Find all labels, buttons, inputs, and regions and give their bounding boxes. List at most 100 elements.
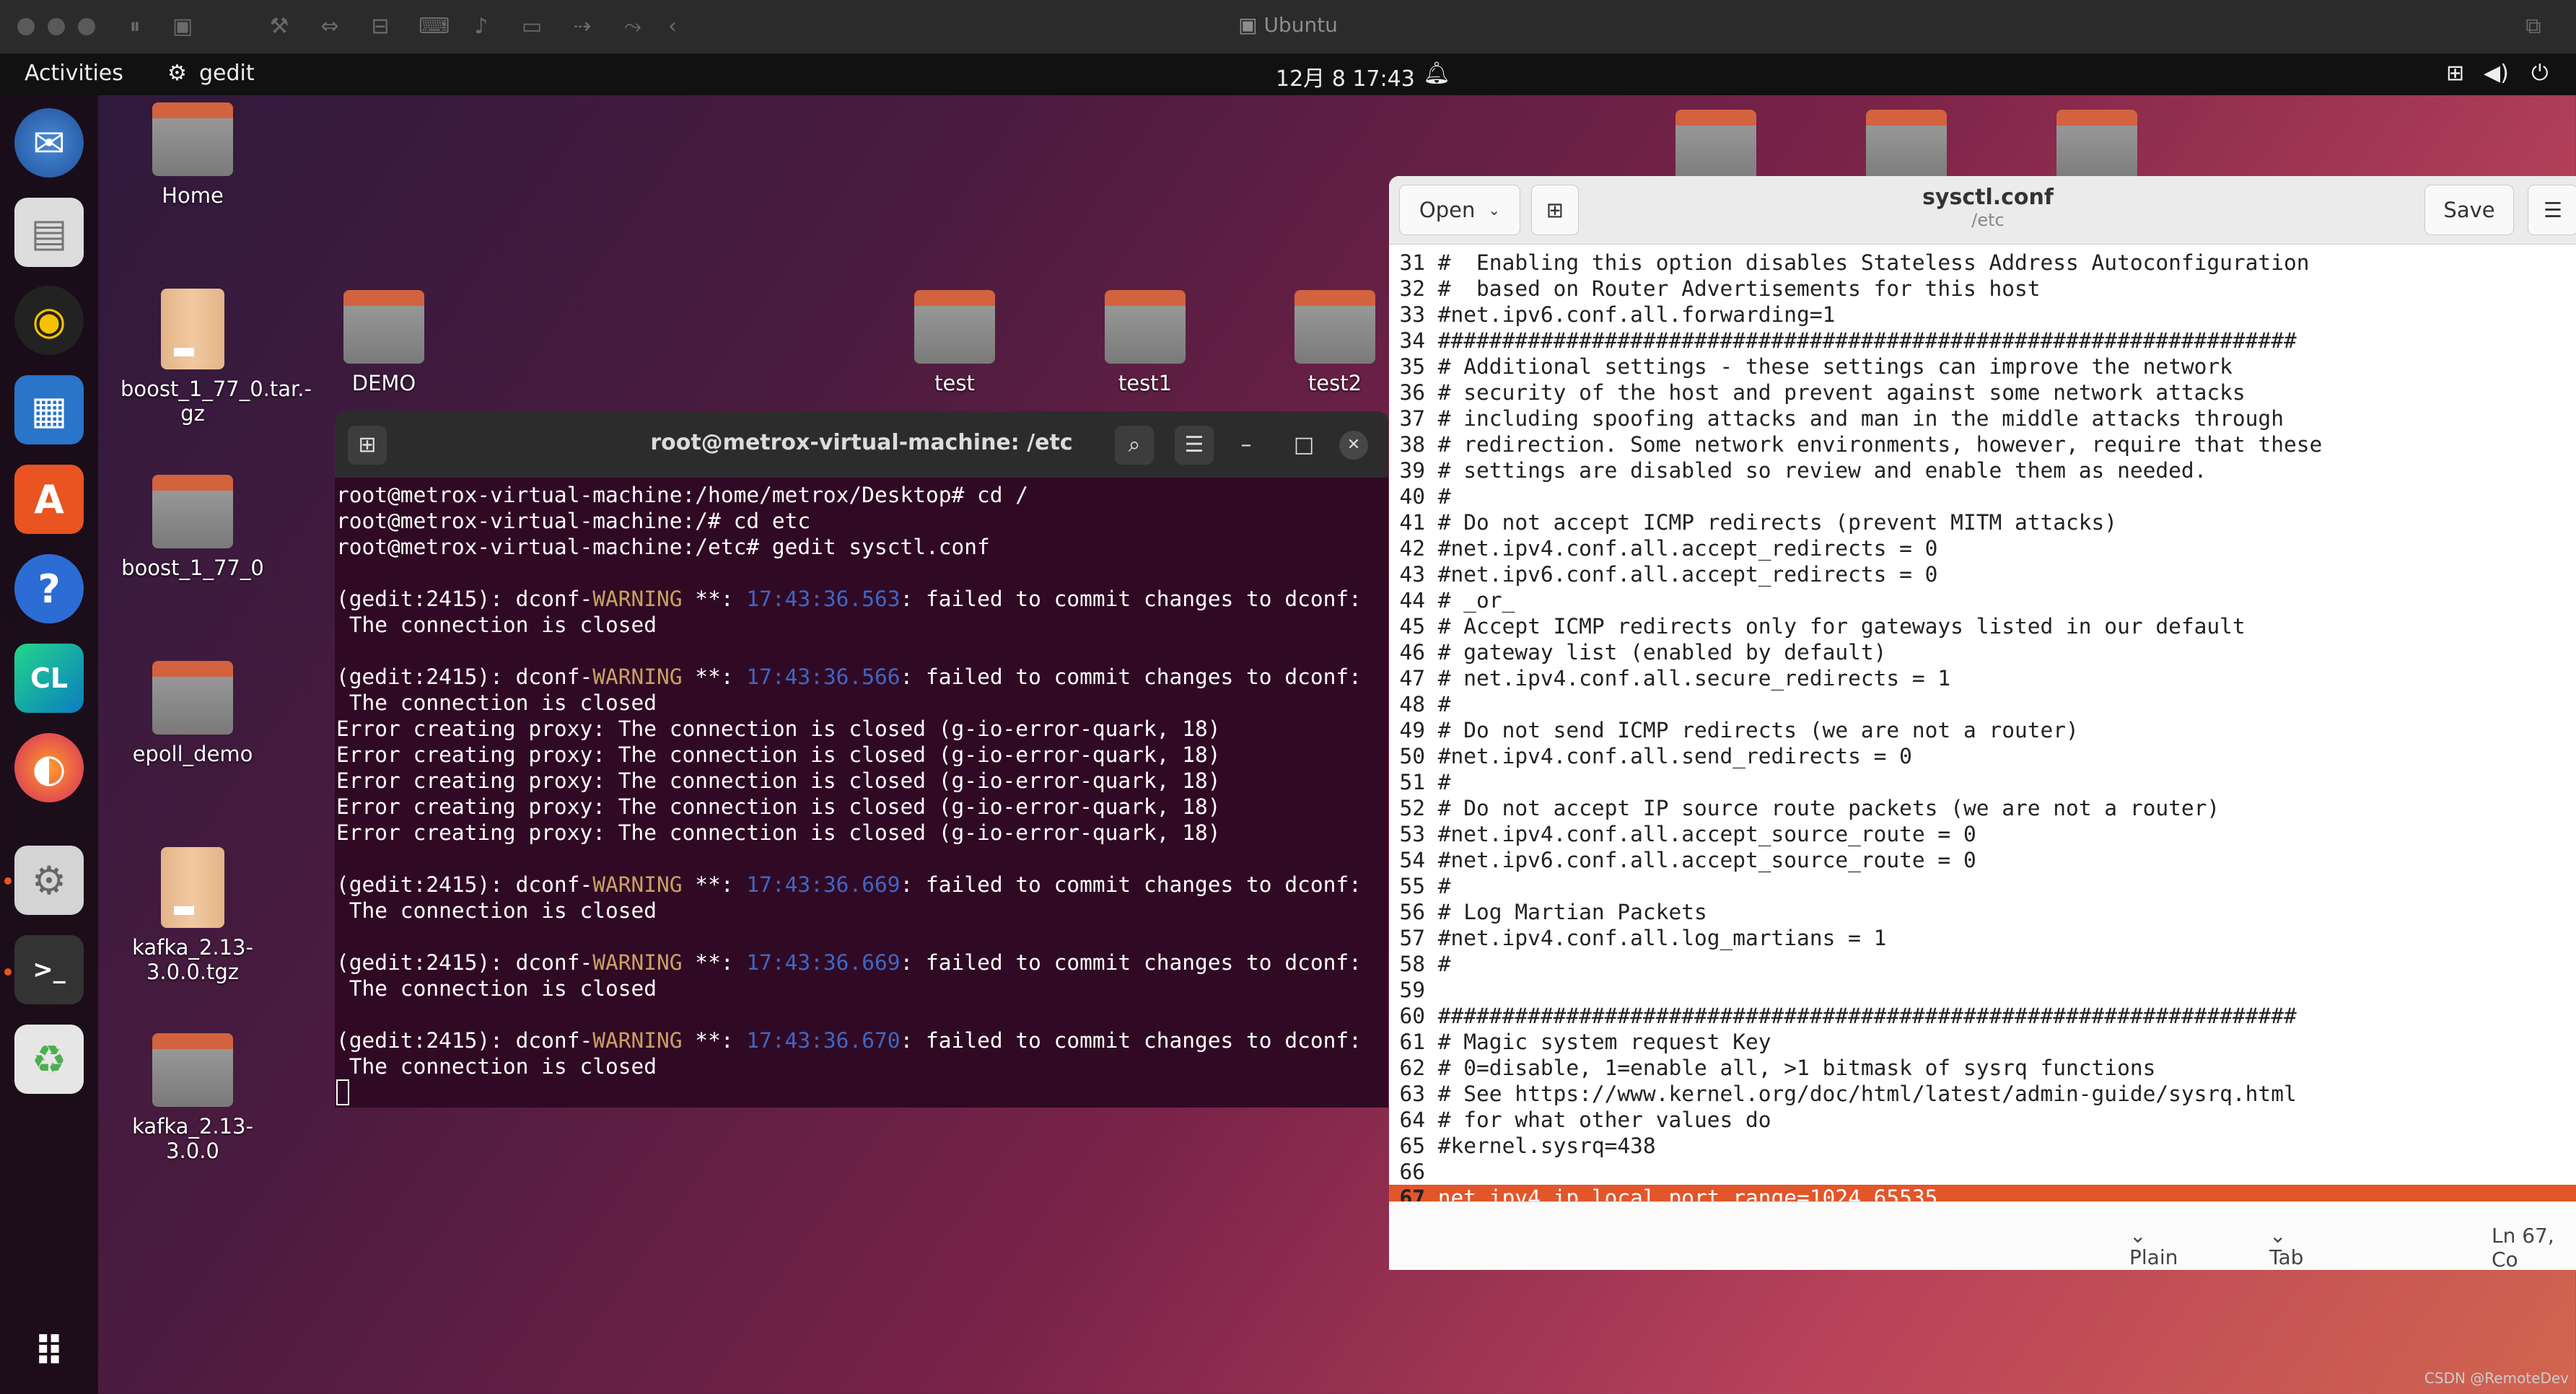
desktop-icon-kafka-tgz[interactable]: kafka_2.13-3.0.0.tgz: [121, 847, 265, 984]
code-line[interactable]: 31 # Enabling this option disables State…: [1389, 250, 2576, 276]
clock[interactable]: 12月 8 17:43: [1276, 61, 1415, 92]
line-text: #: [1425, 952, 1451, 976]
code-line[interactable]: 60 #####################################…: [1389, 1003, 2576, 1029]
power-icon[interactable]: ⏻: [2531, 61, 2549, 86]
terminal-output[interactable]: root@metrox-virtual-machine:/home/metrox…: [335, 478, 1388, 1105]
code-line[interactable]: 37 # including spoofing attacks and man …: [1389, 406, 2576, 431]
desktop-icon-boost[interactable]: boost_1_77_0: [121, 475, 265, 580]
line-number: 33: [1399, 302, 1425, 327]
folder-icon[interactable]: [1675, 110, 1756, 183]
firefox-icon[interactable]: ◐: [14, 733, 84, 802]
dock: ✉ ▤ ◉ ▦ A ? CL ◐ ⚙ >_ ♻ ⠿: [0, 95, 98, 1394]
line-number: 45: [1399, 614, 1425, 639]
code-line[interactable]: 61 # Magic system request Key: [1389, 1029, 2576, 1055]
trash-icon[interactable]: ♻: [14, 1025, 84, 1094]
code-line[interactable]: 56 # Log Martian Packets: [1389, 899, 2576, 925]
line-number: 32: [1399, 276, 1425, 301]
code-line[interactable]: 39 # settings are disabled so review and…: [1389, 457, 2576, 483]
terminal-window[interactable]: ⊞ root@metrox-virtual-machine: /etc ⌕ ☰ …: [335, 411, 1388, 1108]
save-button[interactable]: Save: [2424, 185, 2514, 235]
fullscreen-icon[interactable]: ⧉: [2521, 14, 2546, 39]
code-line[interactable]: 38 # redirection. Some network environme…: [1389, 431, 2576, 457]
line-number: 65: [1399, 1134, 1425, 1158]
code-line[interactable]: 59: [1389, 977, 2576, 1003]
terminal-line: Error creating proxy: The connection is …: [336, 742, 1221, 767]
code-line[interactable]: 64 # for what other values do: [1389, 1107, 2576, 1133]
line-number: 43: [1399, 562, 1425, 587]
code-line[interactable]: 50 #net.ipv4.conf.all.send_redirects = 0: [1389, 743, 2576, 769]
code-line[interactable]: 41 # Do not accept ICMP redirects (preve…: [1389, 509, 2576, 535]
code-line[interactable]: 65 #kernel.sysrq=438: [1389, 1133, 2576, 1159]
desktop-icon-boost-tar[interactable]: boost_1_77_0.tar.-gz: [121, 289, 312, 426]
code-line[interactable]: 57 #net.ipv4.conf.all.log_martians = 1: [1389, 925, 2576, 951]
language-selector[interactable]: Plain Text ⌄: [2129, 1224, 2178, 1270]
code-line[interactable]: 46 # gateway list (enabled by default): [1389, 639, 2576, 665]
code-line[interactable]: 66: [1389, 1159, 2576, 1185]
line-number: 50: [1399, 744, 1425, 768]
code-line[interactable]: 62 # 0=disable, 1=enable all, >1 bitmask…: [1389, 1055, 2576, 1081]
code-line[interactable]: 42 #net.ipv4.conf.all.accept_redirects =…: [1389, 535, 2576, 561]
code-line[interactable]: 45 # Accept ICMP redirects only for gate…: [1389, 613, 2576, 639]
rhythmbox-icon[interactable]: ◉: [14, 286, 84, 355]
folder-icon: [343, 290, 424, 364]
line-text: # including spoofing attacks and man in …: [1425, 406, 2284, 431]
thunderbird-icon[interactable]: ✉: [14, 108, 84, 177]
terminal-line: The connection is closed: [336, 1054, 657, 1079]
code-line[interactable]: 40 #: [1389, 483, 2576, 509]
gedit-icon[interactable]: ⚙: [14, 846, 84, 915]
desktop-icon-test1[interactable]: test1: [1073, 290, 1217, 395]
software-icon[interactable]: A: [14, 465, 84, 534]
code-line[interactable]: 53 #net.ipv4.conf.all.accept_source_rout…: [1389, 821, 2576, 847]
menu-button[interactable]: ☰: [1175, 426, 1214, 465]
code-line[interactable]: 44 # _or_: [1389, 587, 2576, 613]
code-line[interactable]: 58 #: [1389, 951, 2576, 977]
editor-text-area[interactable]: 31 # Enabling this option disables State…: [1389, 245, 2576, 1237]
desktop-icon-kafka[interactable]: kafka_2.13-3.0.0: [121, 1033, 265, 1163]
folder-icon[interactable]: [2056, 110, 2137, 183]
code-line[interactable]: 47 # net.ipv4.conf.all.secure_redirects …: [1389, 665, 2576, 691]
folder-icon[interactable]: [1866, 110, 1947, 183]
code-line[interactable]: 55 #: [1389, 873, 2576, 899]
files-icon[interactable]: ▤: [14, 198, 84, 267]
clion-icon[interactable]: CL: [14, 644, 84, 713]
terminal-line: root@metrox-virtual-machine:/# cd etc: [336, 509, 811, 533]
vm-title: ▣ Ubuntu: [1238, 13, 1338, 37]
network-status-icon[interactable]: ⊞: [2446, 61, 2464, 86]
activities-button[interactable]: Activities: [25, 61, 123, 86]
minimize-button[interactable]: –: [1227, 426, 1266, 465]
code-line[interactable]: 35 # Additional settings - these setting…: [1389, 354, 2576, 380]
cursor-position[interactable]: Ln 67, Co: [2492, 1224, 2576, 1270]
code-line[interactable]: 36 # security of the host and prevent ag…: [1389, 380, 2576, 406]
show-apps-grid-icon[interactable]: ⠿: [14, 1318, 84, 1387]
desktop-icon-home[interactable]: Home: [121, 102, 265, 208]
close-button[interactable]: ✕: [1339, 431, 1368, 460]
desktop-icon-test[interactable]: test: [882, 290, 1027, 395]
tab-width-selector[interactable]: Tab Width: 8 ⌄: [2269, 1224, 2335, 1270]
code-line[interactable]: 32 # based on Router Advertisements for …: [1389, 276, 2576, 302]
code-line[interactable]: 48 #: [1389, 691, 2576, 717]
search-button[interactable]: ⌕: [1115, 426, 1154, 465]
code-line[interactable]: 33 #net.ipv6.conf.all.forwarding=1: [1389, 302, 2576, 328]
volume-icon[interactable]: ◀): [2484, 61, 2509, 86]
app-menu-label[interactable]: gedit: [199, 61, 255, 86]
menu-button[interactable]: ☰: [2528, 185, 2576, 235]
code-line[interactable]: 51 #: [1389, 769, 2576, 795]
notification-bell-icon[interactable]: 🔔︎: [1423, 61, 1450, 86]
code-line[interactable]: 52 # Do not accept IP source route packe…: [1389, 795, 2576, 821]
maximize-button[interactable]: □: [1284, 426, 1323, 465]
app-menu-icon[interactable]: ⚙: [167, 61, 187, 86]
desktop-icon-epoll-demo[interactable]: epoll_demo: [121, 661, 265, 766]
desktop-icon-test2[interactable]: test2: [1263, 290, 1407, 395]
code-line[interactable]: 34 #####################################…: [1389, 328, 2576, 354]
line-number: 61: [1399, 1030, 1425, 1054]
line-number: 47: [1399, 666, 1425, 691]
code-line[interactable]: 63 # See https://www.kernel.org/doc/html…: [1389, 1081, 2576, 1107]
writer-icon[interactable]: ▦: [14, 375, 84, 444]
desktop-icon-demo[interactable]: DEMO: [312, 290, 456, 395]
help-icon[interactable]: ?: [14, 554, 84, 623]
terminal-icon[interactable]: >_: [14, 935, 84, 1004]
code-line[interactable]: 49 # Do not send ICMP redirects (we are …: [1389, 717, 2576, 743]
code-line[interactable]: 54 #net.ipv6.conf.all.accept_source_rout…: [1389, 847, 2576, 873]
code-line[interactable]: 43 #net.ipv6.conf.all.accept_redirects =…: [1389, 561, 2576, 587]
